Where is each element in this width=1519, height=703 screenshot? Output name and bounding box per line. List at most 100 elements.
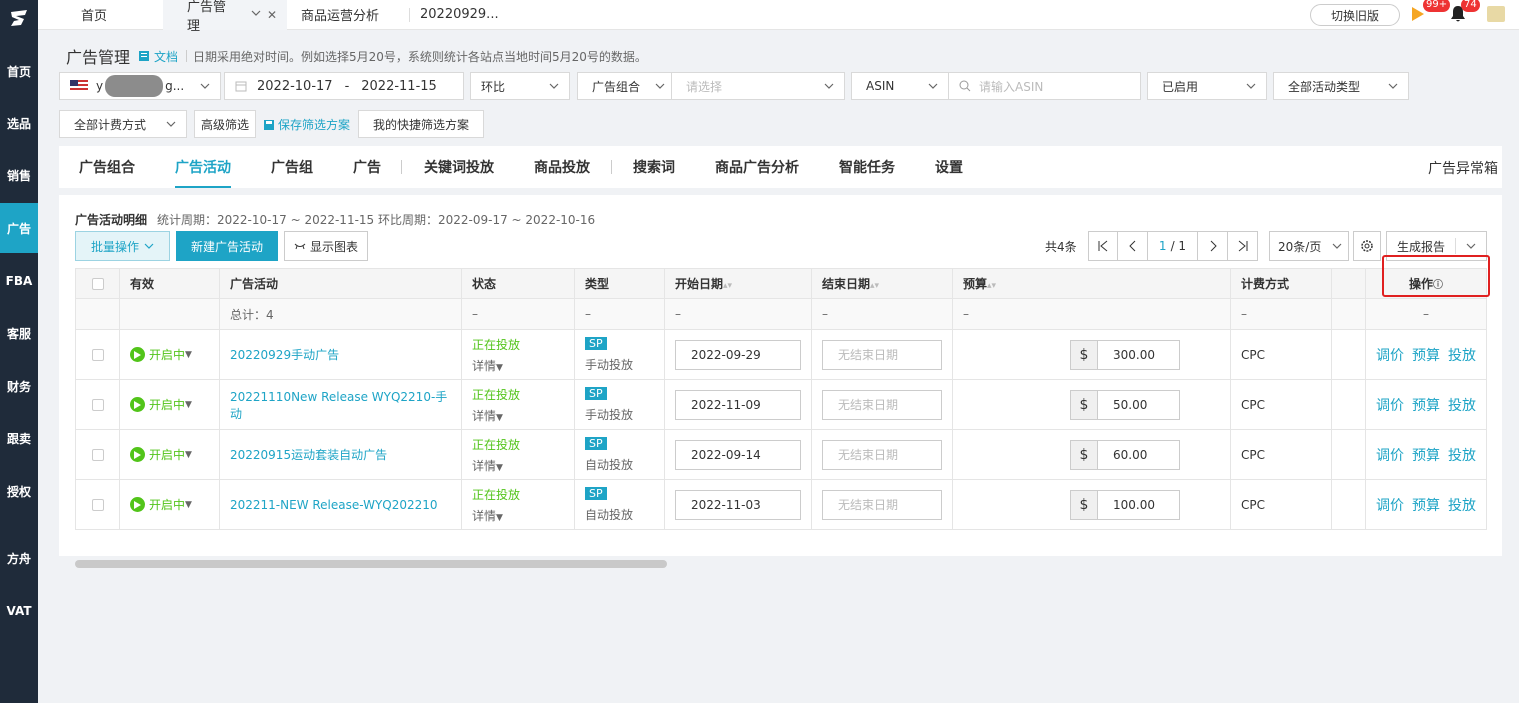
tab-product-analysis[interactable]: 商品运营分析: [287, 0, 420, 30]
tab-portfolio[interactable]: 广告组合: [79, 146, 135, 188]
nav-authorization[interactable]: 授权: [0, 466, 38, 516]
nav-ads[interactable]: 广告: [0, 203, 38, 253]
detail-dropdown[interactable]: 详情▼: [472, 357, 564, 374]
show-chart-button[interactable]: 显示图表: [284, 231, 368, 261]
tab-ad[interactable]: 广告: [353, 146, 381, 188]
new-campaign-button[interactable]: 新建广告活动: [176, 231, 278, 261]
asin-search-input[interactable]: 请输入ASIN: [948, 72, 1141, 100]
asin-type-select[interactable]: ASIN: [851, 72, 949, 100]
row-checkbox[interactable]: [91, 349, 104, 361]
adjust-bid-link[interactable]: 调价: [1376, 448, 1404, 464]
close-icon[interactable]: ✕: [267, 8, 277, 22]
campaign-name-link[interactable]: 202211-NEW Release-WYQ202210: [230, 498, 438, 512]
col-budget[interactable]: 预算▴▾: [952, 268, 1231, 299]
start-date-input[interactable]: 2022-09-29: [675, 339, 801, 370]
valid-toggle[interactable]: 开启中 ▼: [130, 446, 209, 463]
row-checkbox[interactable]: [91, 499, 104, 511]
switch-old-version-button[interactable]: 切换旧版: [1310, 4, 1400, 26]
tab-keyword-targeting[interactable]: 关键词投放: [424, 146, 494, 188]
adjust-bid-link[interactable]: 调价: [1376, 498, 1404, 514]
budget-input[interactable]: 60.00: [1098, 439, 1180, 470]
budget-input[interactable]: 300.00: [1098, 339, 1180, 370]
placement-link[interactable]: 投放: [1448, 348, 1476, 364]
start-date-input[interactable]: 2022-11-03: [675, 489, 801, 520]
avatar[interactable]: [1487, 6, 1505, 22]
start-date-input[interactable]: 2022-09-14: [675, 439, 801, 470]
next-page-button[interactable]: [1198, 231, 1228, 261]
chevron-down-icon[interactable]: [1466, 241, 1476, 251]
portfolio-select[interactable]: 请选择: [671, 72, 845, 100]
advanced-filter-button[interactable]: 高级筛选: [194, 110, 256, 138]
valid-toggle[interactable]: 开启中 ▼: [130, 346, 209, 363]
budget-input[interactable]: 50.00: [1098, 389, 1180, 420]
tab-home[interactable]: 首页: [38, 0, 163, 30]
end-date-input[interactable]: 无结束日期: [822, 389, 942, 420]
tab-product-ad-analysis[interactable]: 商品广告分析: [715, 146, 799, 188]
valid-toggle[interactable]: 开启中 ▼: [130, 396, 209, 413]
tab-campaign-detail[interactable]: 20220929...: [420, 0, 509, 30]
portfolio-type-select[interactable]: 广告组合: [577, 72, 672, 100]
doc-link[interactable]: 文档: [138, 48, 178, 65]
placement-link[interactable]: 投放: [1448, 498, 1476, 514]
horizontal-scrollbar[interactable]: [75, 560, 667, 568]
budget-link[interactable]: 预算: [1412, 498, 1440, 514]
tab-search-terms[interactable]: 搜索词: [633, 146, 675, 188]
save-filter-plan-link[interactable]: 保存筛选方案: [263, 116, 350, 133]
end-date-input[interactable]: 无结束日期: [822, 339, 942, 370]
ad-anomaly-box-link[interactable]: 广告异常箱: [1428, 158, 1498, 178]
tab-campaign[interactable]: 广告活动: [175, 146, 231, 188]
nav-follow-sell[interactable]: 跟卖: [0, 413, 38, 463]
detail-dropdown[interactable]: 详情▼: [472, 407, 564, 424]
valid-toggle[interactable]: 开启中 ▼: [130, 496, 209, 513]
enabled-select[interactable]: 已启用: [1147, 72, 1267, 100]
budget-link[interactable]: 预算: [1412, 398, 1440, 414]
column-settings-button[interactable]: [1353, 231, 1381, 261]
page-size-select[interactable]: 20条/页: [1269, 231, 1349, 261]
adjust-bid-link[interactable]: 调价: [1376, 348, 1404, 364]
start-date-input[interactable]: 2022-11-09: [675, 389, 801, 420]
tab-product-targeting[interactable]: 商品投放: [534, 146, 590, 188]
store-select[interactable]: y g...: [59, 72, 221, 100]
logo[interactable]: [0, 0, 38, 36]
tab-ad-management[interactable]: 广告管理 ✕: [163, 0, 287, 34]
compare-select[interactable]: 环比: [470, 72, 570, 100]
end-date-input[interactable]: 无结束日期: [822, 439, 942, 470]
nav-fba[interactable]: FBA: [0, 256, 38, 306]
campaign-name-link[interactable]: 20220929手动广告: [230, 348, 339, 362]
detail-dropdown[interactable]: 详情▼: [472, 507, 564, 524]
col-end-date[interactable]: 结束日期▴▾: [811, 268, 953, 299]
col-start-date[interactable]: 开始日期▴▾: [664, 268, 812, 299]
row-checkbox[interactable]: [91, 449, 104, 461]
nav-finance[interactable]: 财务: [0, 361, 38, 411]
nav-ark[interactable]: 方舟: [0, 533, 38, 583]
budget-link[interactable]: 预算: [1412, 448, 1440, 464]
nav-product-selection[interactable]: 选品: [0, 98, 38, 148]
select-all-checkbox[interactable]: [91, 278, 104, 290]
date-range-picker[interactable]: 2022-10-17 - 2022-11-15: [224, 72, 464, 100]
tab-ad-group[interactable]: 广告组: [271, 146, 313, 188]
nav-home[interactable]: 首页: [0, 46, 38, 96]
my-filter-plans-button[interactable]: 我的快捷筛选方案: [358, 110, 484, 138]
tab-smart-tasks[interactable]: 智能任务: [839, 146, 895, 188]
budget-input[interactable]: 100.00: [1098, 489, 1180, 520]
nav-customer-service[interactable]: 客服: [0, 308, 38, 358]
tab-settings[interactable]: 设置: [935, 146, 963, 188]
last-page-button[interactable]: [1228, 231, 1258, 261]
placement-link[interactable]: 投放: [1448, 398, 1476, 414]
bulk-actions-button[interactable]: 批量操作: [75, 231, 170, 261]
detail-dropdown[interactable]: 详情▼: [472, 457, 564, 474]
prev-page-button[interactable]: [1118, 231, 1148, 261]
placement-link[interactable]: 投放: [1448, 448, 1476, 464]
campaign-type-select[interactable]: 全部活动类型: [1273, 72, 1409, 100]
campaign-name-link[interactable]: 20221110New Release WYQ2210-手动: [230, 390, 447, 421]
chevron-down-icon[interactable]: [251, 8, 261, 21]
row-checkbox[interactable]: [91, 399, 104, 411]
adjust-bid-link[interactable]: 调价: [1376, 398, 1404, 414]
first-page-button[interactable]: [1088, 231, 1118, 261]
page-indicator[interactable]: 1 / 1: [1148, 231, 1198, 261]
budget-link[interactable]: 预算: [1412, 348, 1440, 364]
billing-select[interactable]: 全部计费方式: [59, 110, 187, 138]
campaign-name-link[interactable]: 20220915运动套装自动广告: [230, 448, 387, 462]
end-date-input[interactable]: 无结束日期: [822, 489, 942, 520]
nav-vat[interactable]: VAT: [0, 586, 38, 636]
